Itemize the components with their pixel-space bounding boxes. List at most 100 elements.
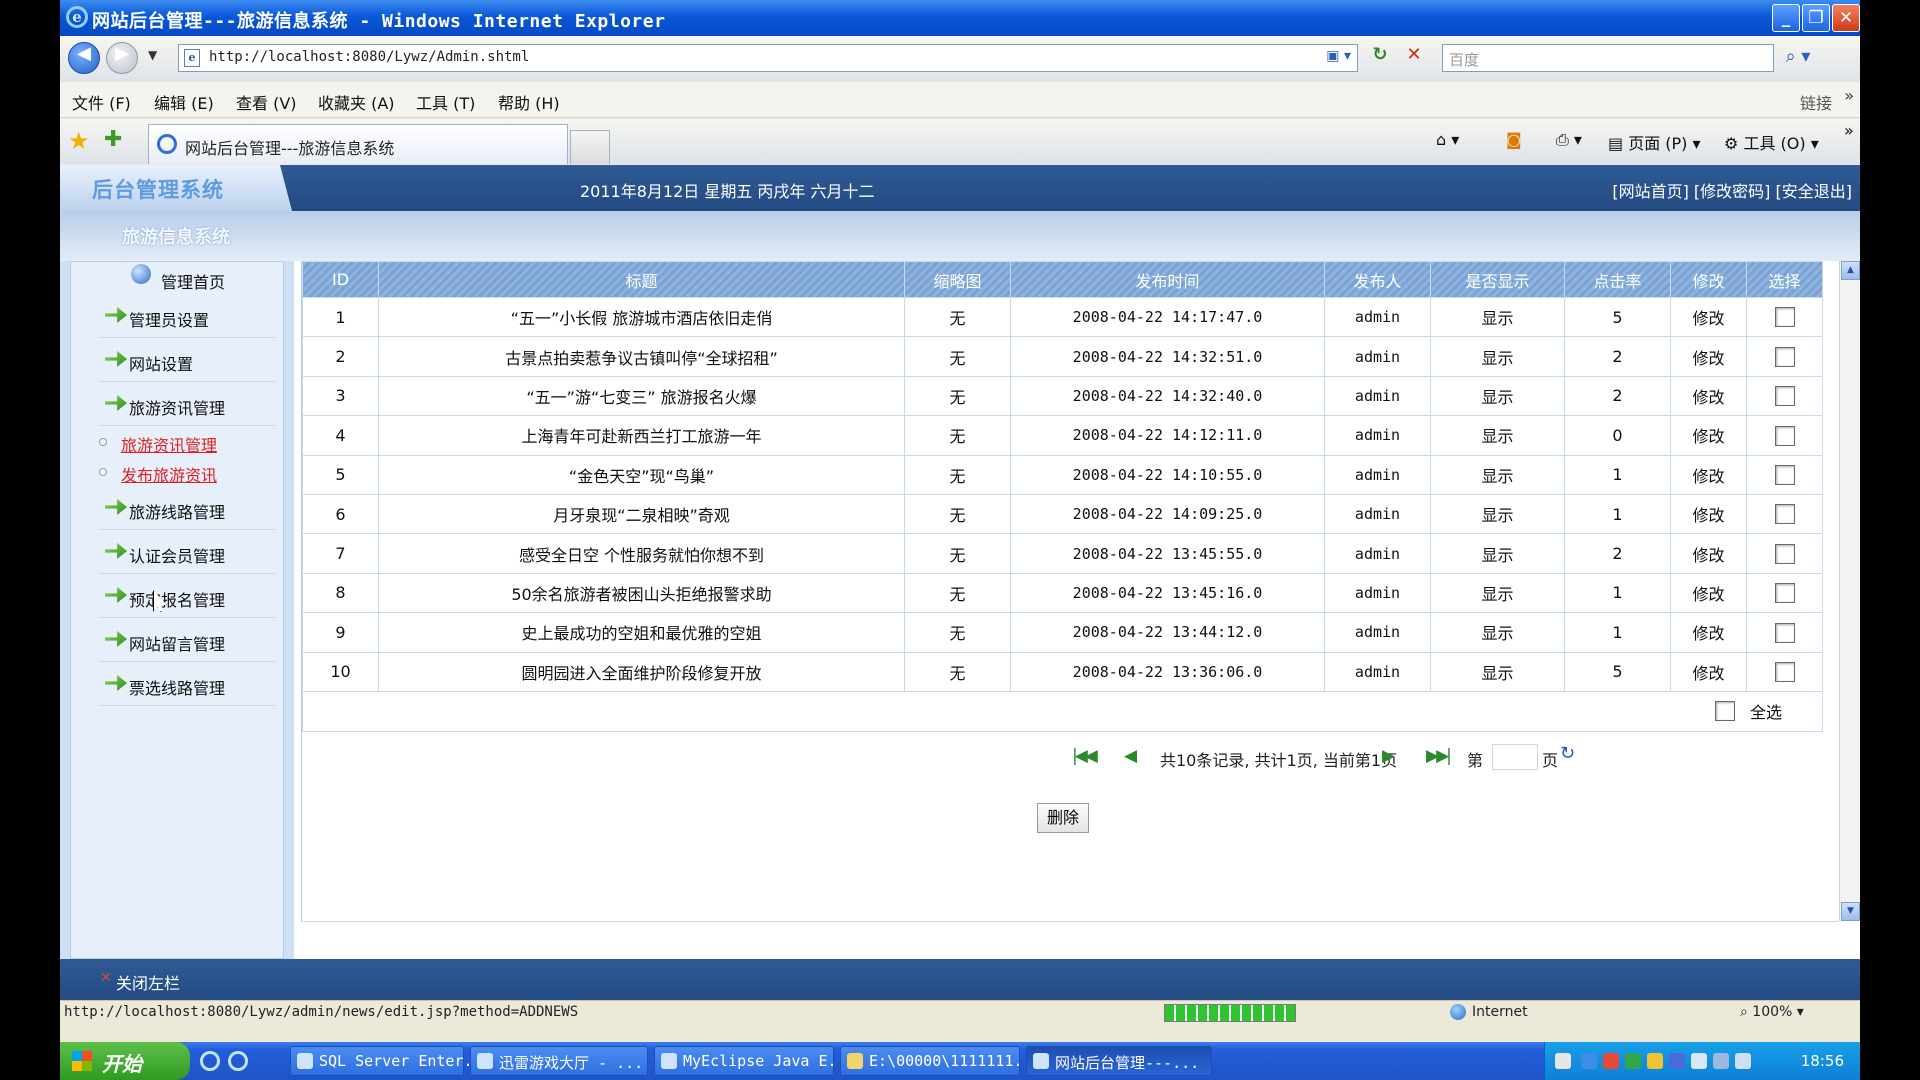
tray-app-icon[interactable] [1603,1053,1619,1069]
favorites-star-icon[interactable]: ★ [68,127,90,155]
new-tab-button[interactable] [570,130,610,164]
row-select-checkbox[interactable] [1774,583,1795,604]
scroll-up-icon[interactable]: ▲ [1841,261,1860,280]
delete-button[interactable]: 删除 [1037,803,1089,833]
stop-icon[interactable]: ✕ [1400,44,1428,72]
task-label: E:\00000\1111111... [869,1052,1041,1070]
sidebar-item-site-settings[interactable]: 网站设置 [99,338,275,382]
row-select-checkbox[interactable] [1774,465,1795,485]
keyboard-icon[interactable] [1555,1053,1571,1069]
task-explorer-folder[interactable]: E:\00000\1111111... [840,1046,1041,1076]
edit-link[interactable]: 修改 [1670,375,1747,417]
tray-app-icon[interactable] [1625,1053,1641,1069]
edit-link[interactable]: 修改 [1670,651,1747,692]
tray-arrow-icon[interactable] [1581,1053,1597,1069]
row-select-checkbox[interactable] [1774,425,1795,446]
menu-edit[interactable]: 编辑 (E) [154,90,214,114]
search-icon[interactable]: ⌕ ▾ [1778,44,1818,72]
links-label[interactable]: 链接 [1800,90,1832,114]
cell-visible: 显示 [1430,336,1565,377]
menu-favorites[interactable]: 收藏夹 (A) [318,90,395,114]
page-menu[interactable]: ▤ 页面 (P) ▾ [1608,130,1701,154]
sidebar-item-messages[interactable]: 网站留言管理 [99,618,275,662]
row-select-checkbox[interactable] [1774,346,1795,367]
row-select-checkbox[interactable] [1774,661,1795,682]
history-dropdown-icon[interactable]: ▼ [148,48,157,62]
home-icon[interactable]: ⌂ ▾ [1436,130,1459,149]
minimize-button[interactable]: _ [1772,4,1800,32]
edit-link[interactable]: 修改 [1670,533,1747,574]
col-header: 标题 [378,261,905,298]
volume-icon[interactable] [1713,1053,1729,1069]
menu-more-icon[interactable]: » [1844,86,1854,105]
cell-time: 2008-04-22 14:32:40.0 [1010,375,1325,417]
cell-title: 感受全日空 个性服务就怕你想不到 [378,533,905,574]
zoom-control[interactable]: ⌕ 100% ▾ [1740,1004,1804,1020]
start-button[interactable]: 开始 [60,1042,190,1080]
refresh-icon[interactable]: ↻ [1366,44,1394,72]
quicklaunch-ie-icon[interactable] [200,1051,220,1071]
edit-link[interactable]: 修改 [1670,454,1747,495]
forward-button[interactable]: ▶ [106,42,138,74]
cell-id: 4 [302,415,379,456]
row-select-checkbox[interactable] [1774,543,1795,564]
first-page-icon[interactable]: |◀◀ [1072,746,1098,766]
sidebar-item-votes[interactable]: 票选线路管理 [99,662,275,706]
menu-view[interactable]: 查看 (V) [236,90,297,114]
back-button[interactable]: ◀ [68,42,100,74]
tray-app-icon[interactable] [1735,1053,1751,1069]
task-myeclipse[interactable]: MyEclipse Java E... [654,1046,855,1076]
task-ie-active[interactable]: 网站后台管理---... [1026,1046,1212,1076]
page-number-input[interactable] [1492,744,1538,770]
go-page-icon[interactable]: ↻ [1560,743,1575,764]
prev-page-icon[interactable]: ◀ [1124,746,1137,766]
network-icon[interactable] [1691,1053,1707,1069]
tray-app-icon[interactable] [1669,1053,1685,1069]
row-select-checkbox[interactable] [1774,307,1795,328]
close-button[interactable]: ✕ [1832,4,1860,32]
task-sql-server[interactable]: SQL Server Enter... [290,1046,491,1076]
header-links[interactable]: [网站首页] [修改密码] [安全退出] [1612,178,1852,202]
edit-link[interactable]: 修改 [1670,415,1747,456]
tab-active[interactable]: 网站后台管理---旅游信息系统 [148,124,568,164]
print-icon[interactable]: ⎙ ▾ [1556,130,1582,150]
search-input[interactable]: 百度 [1442,44,1774,72]
close-left-icon[interactable]: ✕ [100,970,112,986]
select-all-checkbox[interactable] [1714,701,1735,722]
next-page-icon[interactable]: ▶ [1382,746,1395,766]
row-select-checkbox[interactable] [1774,622,1795,643]
qq-icon[interactable] [1647,1053,1663,1069]
sidebar-item-routes[interactable]: 旅游线路管理 [99,486,275,530]
cell-id: 8 [302,572,379,614]
edit-link[interactable]: 修改 [1670,336,1747,377]
sidebar-item-admin[interactable]: 管理员设置 [99,294,275,338]
row-select-checkbox[interactable] [1774,386,1795,407]
sidebar-item-bookings[interactable]: 预定报名管理 [99,574,275,618]
vertical-scrollbar[interactable]: ▲ ▼ [1839,261,1860,921]
menu-help[interactable]: 帮助 (H) [498,90,560,114]
edit-link[interactable]: 修改 [1670,612,1747,653]
row-select-checkbox[interactable] [1774,504,1795,525]
feeds-icon[interactable]: ◙ [1506,130,1522,149]
edit-link[interactable]: 修改 [1670,493,1747,535]
address-input[interactable]: e http://localhost:8080/Lywz/Admin.shtml… [178,44,1358,72]
quicklaunch-ie2-icon[interactable] [228,1051,248,1071]
edit-link[interactable]: 修改 [1670,572,1747,614]
maximize-button[interactable]: ❐ [1802,4,1830,32]
sidebar-item-members[interactable]: 认证会员管理 [99,530,275,574]
cell-clicks: 1 [1564,493,1671,535]
task-xunlei[interactable]: 迅雷游戏大厅 - ... [470,1046,648,1076]
tools-menu[interactable]: ⚙ 工具 (O) ▾ [1724,130,1819,154]
add-favorite-icon[interactable]: ✚ [104,127,122,152]
toolbar-more-icon[interactable]: » [1844,121,1854,140]
menu-file[interactable]: 文件 (F) [72,90,131,114]
last-page-icon[interactable]: ▶▶| [1426,746,1452,766]
compat-icon[interactable]: ▣ ▾ [1326,48,1351,64]
scroll-down-icon[interactable]: ▼ [1841,902,1860,921]
close-left-link[interactable]: 关闭左栏 [116,970,180,994]
sidebar-item-news[interactable]: 旅游资讯管理 [99,382,275,426]
menu-tools[interactable]: 工具 (T) [416,90,475,114]
system-name-bar: 旅游信息系统 [60,211,1860,261]
tab-ie-icon [157,134,177,154]
edit-link[interactable]: 修改 [1670,296,1747,338]
